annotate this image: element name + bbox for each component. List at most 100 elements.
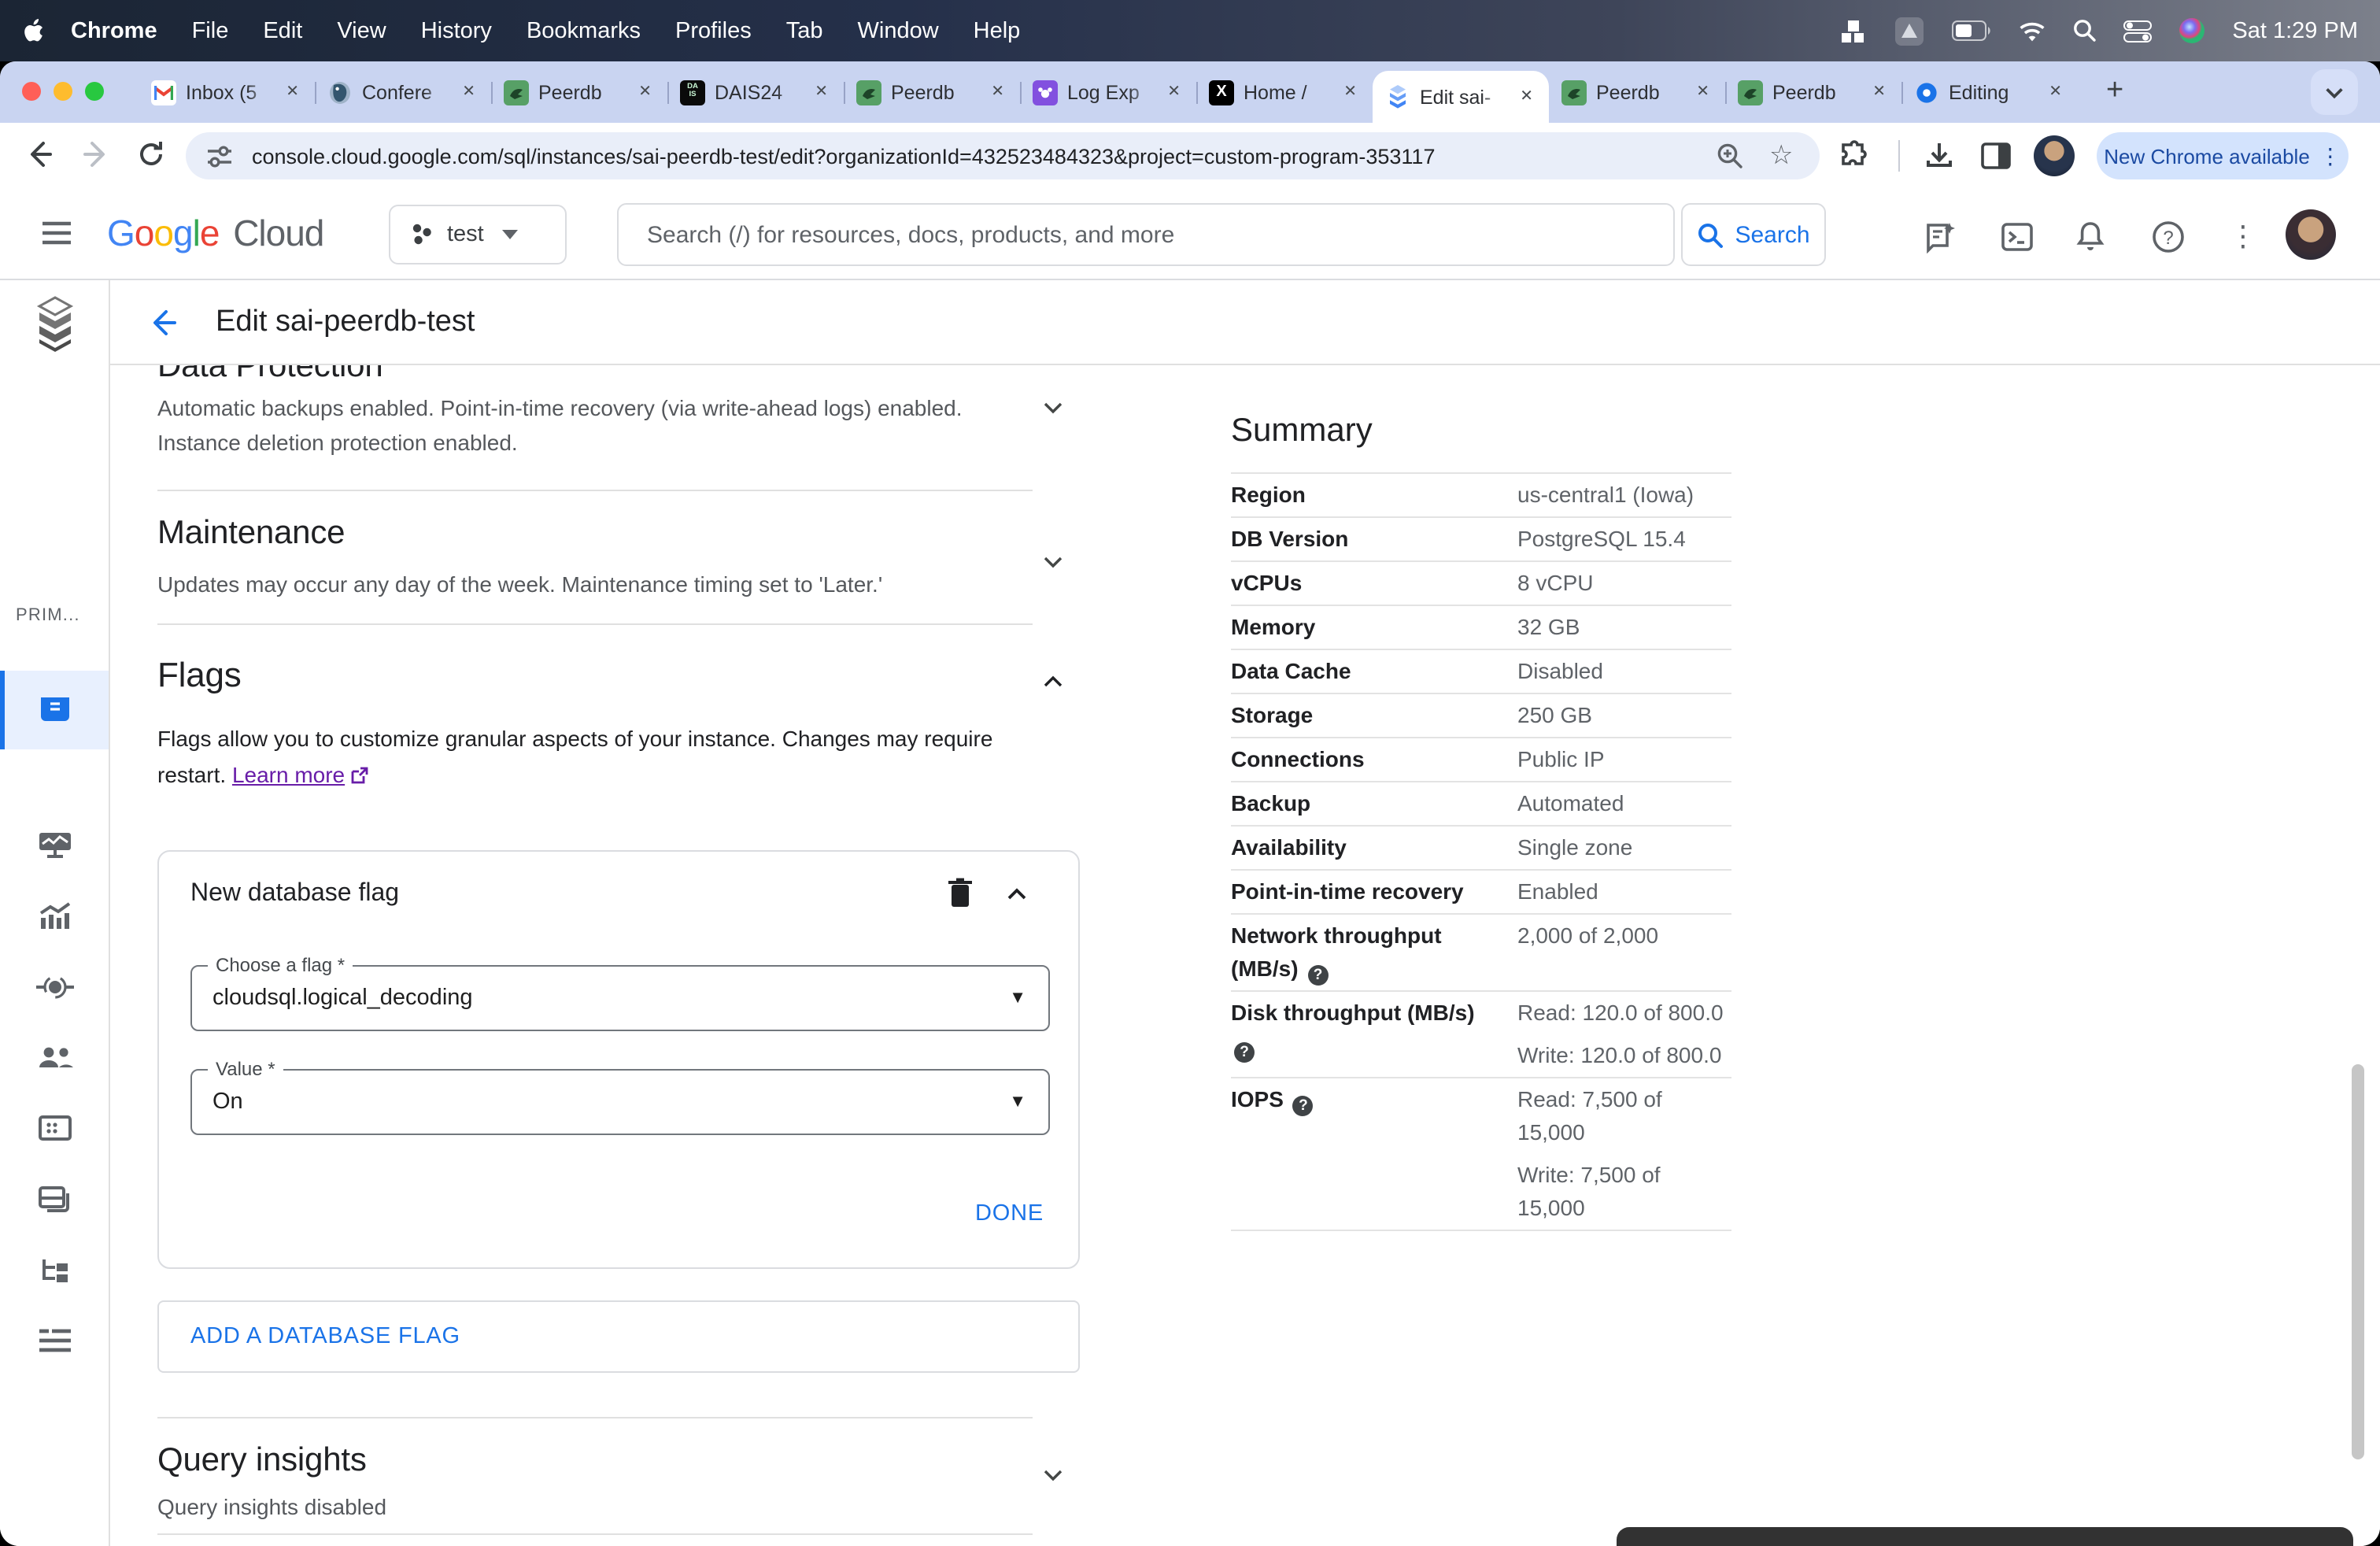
project-picker[interactable]: test [389, 205, 567, 264]
done-button[interactable]: DONE [975, 1201, 1044, 1226]
close-tab-icon[interactable]: ✕ [635, 82, 655, 102]
sidebar-item-operations[interactable] [0, 1305, 109, 1376]
close-tab-icon[interactable]: ✕ [1693, 82, 1713, 102]
browser-profile-avatar[interactable] [2034, 135, 2075, 176]
control-center-icon[interactable] [2123, 20, 2153, 42]
close-tab-icon[interactable]: ✕ [1164, 82, 1184, 102]
gemini-assist-icon[interactable] [1922, 219, 1957, 253]
menu-window[interactable]: Window [858, 18, 939, 43]
content-scroll-area[interactable]: Data Protection Automatic backups enable… [110, 365, 2380, 1546]
traffic-minimize-button[interactable] [54, 82, 72, 101]
gcp-search-field[interactable] [617, 203, 1675, 266]
site-settings-icon[interactable] [206, 142, 233, 169]
siri-icon[interactable] [2179, 17, 2205, 44]
sidebar-item-overview[interactable] [0, 671, 109, 749]
delete-flag-button[interactable] [946, 877, 974, 908]
download-icon[interactable] [1924, 140, 1955, 172]
extensions-icon[interactable] [1839, 140, 1870, 172]
flags-collapse-button[interactable] [1042, 671, 1064, 693]
tab-x-home[interactable]: X Home / ✕ [1196, 61, 1373, 123]
url-input[interactable] [249, 142, 1609, 169]
overflow-menu-icon[interactable]: ⋮ [2226, 219, 2260, 253]
gcp-search-button[interactable]: Search [1681, 203, 1826, 266]
stage-manager-icon[interactable] [1842, 18, 1867, 43]
forward-button[interactable] [79, 137, 113, 172]
menu-file[interactable]: File [192, 18, 229, 43]
sidebar-item-connections[interactable] [0, 951, 109, 1022]
wifi-icon[interactable] [2018, 20, 2046, 42]
add-database-flag-button[interactable]: ADD A DATABASE FLAG [157, 1300, 1080, 1373]
tab-conference[interactable]: Confere ✕ [315, 61, 491, 123]
sidebar-item-users[interactable] [0, 1022, 109, 1093]
hamburger-menu-icon[interactable] [41, 219, 72, 247]
tab-log-explorer[interactable]: Log Exp ✕ [1020, 61, 1196, 123]
sidebar-item-system-insights[interactable] [0, 809, 109, 880]
menu-app-extra-icon[interactable] [1894, 15, 1925, 46]
tab-peerdb-3[interactable]: Peerdb ✕ [1549, 61, 1725, 123]
close-tab-icon[interactable]: ✕ [1517, 87, 1536, 107]
google-cloud-logo[interactable]: Google Cloud [107, 213, 324, 255]
flag-value-select[interactable]: Value * On ▼ [190, 1058, 1050, 1135]
tab-editing[interactable]: Editing ✕ [1901, 61, 2078, 123]
vertical-scrollbar[interactable] [2352, 1064, 2364, 1459]
summary-row: Availability Single zone [1231, 827, 1731, 871]
omnibox[interactable]: ☆ [186, 132, 1820, 179]
notifications-bell-icon[interactable] [2073, 219, 2108, 253]
tab-peerdb-2[interactable]: Peerdb ✕ [844, 61, 1020, 123]
help-icon[interactable]: ? [1292, 1096, 1314, 1116]
query-insights-expand-button[interactable] [1042, 1464, 1064, 1486]
back-arrow-button[interactable] [145, 305, 179, 340]
tab-inbox[interactable]: Inbox (5 ✕ [139, 61, 315, 123]
help-icon[interactable]: ? [1307, 965, 1329, 986]
sidebar-item-backups[interactable] [0, 1163, 109, 1234]
menu-tab[interactable]: Tab [786, 18, 823, 43]
help-icon[interactable]: ? [2150, 219, 2185, 253]
reload-button[interactable] [135, 139, 167, 170]
tab-search-button[interactable] [2311, 69, 2358, 115]
sidebar-item-replicas[interactable] [0, 1234, 109, 1305]
traffic-zoom-button[interactable] [85, 82, 104, 101]
traffic-close-button[interactable] [22, 82, 41, 101]
menu-bookmarks[interactable]: Bookmarks [527, 18, 641, 43]
menu-help[interactable]: Help [974, 18, 1021, 43]
learn-more-link[interactable]: Learn more [232, 762, 345, 787]
menu-edit[interactable]: Edit [263, 18, 302, 43]
menu-history[interactable]: History [421, 18, 492, 43]
side-panel-icon[interactable] [1980, 140, 2012, 172]
tab-dais24[interactable]: DA IS DAIS24 ✕ [667, 61, 844, 123]
close-tab-icon[interactable]: ✕ [2046, 82, 2065, 102]
flag-card-collapse-button[interactable] [1006, 883, 1028, 905]
menu-app-name[interactable]: Chrome [71, 18, 157, 43]
close-tab-icon[interactable]: ✕ [811, 82, 831, 102]
close-tab-icon[interactable]: ✕ [988, 82, 1007, 102]
maintenance-expand-button[interactable] [1042, 551, 1064, 573]
battery-icon[interactable] [1952, 20, 1991, 41]
sidebar-item-databases[interactable] [0, 1093, 109, 1163]
trend-chart-icon [39, 901, 70, 928]
more-menu-icon[interactable]: ⋮ [2319, 142, 2341, 169]
sidebar-item-query-insights[interactable] [0, 880, 109, 951]
chrome-update-pill[interactable]: New Chrome available ⋮ [2097, 132, 2349, 179]
tab-peerdb-4[interactable]: Peerdb ✕ [1725, 61, 1901, 123]
apple-icon[interactable] [22, 18, 44, 43]
choose-flag-select[interactable]: Choose a flag * cloudsql.logical_decodin… [190, 954, 1050, 1031]
back-button[interactable] [22, 137, 57, 172]
tab-peerdb-1[interactable]: Peerdb ✕ [491, 61, 667, 123]
close-tab-icon[interactable]: ✕ [283, 82, 302, 102]
bookmark-star-icon[interactable]: ☆ [1769, 140, 1794, 172]
zoom-page-icon[interactable] [1716, 142, 1744, 170]
cloud-shell-icon[interactable] [1999, 219, 2034, 253]
menu-profiles[interactable]: Profiles [675, 18, 752, 43]
help-icon[interactable]: ? [1234, 1042, 1255, 1063]
tab-edit-instance-active[interactable]: Edit sai- ✕ [1373, 71, 1549, 123]
new-tab-button[interactable]: + [2106, 74, 2123, 109]
gcp-search-input[interactable] [644, 220, 1648, 250]
account-avatar[interactable] [2286, 209, 2336, 260]
close-tab-icon[interactable]: ✕ [1340, 82, 1360, 102]
close-tab-icon[interactable]: ✕ [1869, 82, 1889, 102]
spotlight-icon[interactable] [2073, 19, 2097, 43]
menu-view[interactable]: View [337, 18, 386, 43]
data-protection-expand-button[interactable] [1042, 397, 1064, 419]
menu-clock[interactable]: Sat 1:29 PM [2232, 18, 2358, 43]
close-tab-icon[interactable]: ✕ [459, 82, 479, 102]
